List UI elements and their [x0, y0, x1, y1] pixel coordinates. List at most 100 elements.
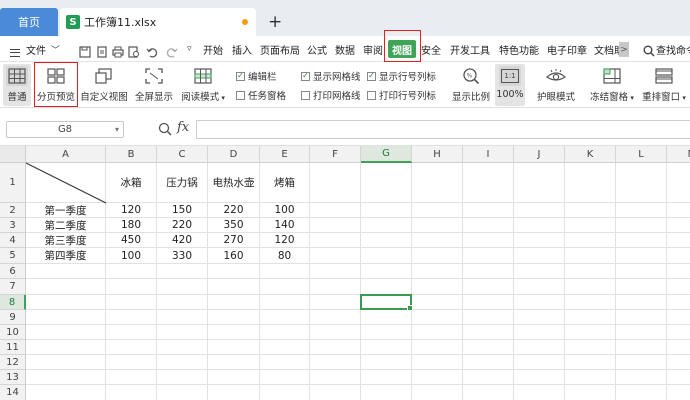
cell-a10[interactable] — [26, 325, 106, 340]
cell-l14[interactable] — [616, 385, 667, 400]
arrange-windows-button[interactable]: 重排窗口 ▾ — [640, 64, 688, 106]
print-icon[interactable] — [112, 44, 124, 60]
row-header-8[interactable]: 8 — [0, 295, 26, 310]
cell-d3[interactable]: 350 — [208, 218, 260, 233]
cell-h14[interactable] — [412, 385, 463, 400]
zoom-100-button[interactable]: 1:1 100% — [495, 64, 525, 106]
cell-g6[interactable] — [361, 264, 412, 279]
cell-e6[interactable] — [260, 264, 310, 279]
cell-d11[interactable] — [208, 340, 260, 355]
menu-tab-insert[interactable]: 插入 — [232, 41, 252, 57]
print-gridlines-checkbox[interactable]: 打印网格线 — [301, 88, 361, 102]
menu-tab-developer[interactable]: 开发工具 — [450, 41, 490, 57]
cell-a2[interactable]: 第一季度 — [26, 203, 106, 218]
row-header-9[interactable]: 9 — [0, 310, 26, 325]
cell-m13[interactable] — [667, 370, 690, 385]
undo-icon[interactable] — [146, 44, 158, 60]
cell-b7[interactable] — [106, 279, 157, 295]
cell-g11[interactable] — [361, 340, 412, 355]
cell-i12[interactable] — [463, 355, 514, 370]
column-header-i[interactable]: I — [463, 146, 514, 163]
select-all-corner[interactable] — [0, 146, 26, 163]
print-preview-icon[interactable] — [128, 44, 140, 60]
cell-f8[interactable] — [310, 295, 361, 310]
cell-h12[interactable] — [412, 355, 463, 370]
cell-k7[interactable] — [565, 279, 616, 295]
cell-l6[interactable] — [616, 264, 667, 279]
cell-c9[interactable] — [157, 310, 208, 325]
cell-e7[interactable] — [260, 279, 310, 295]
cell-k13[interactable] — [565, 370, 616, 385]
cell-l10[interactable] — [616, 325, 667, 340]
cell-f3[interactable] — [310, 218, 361, 233]
cell-c13[interactable] — [157, 370, 208, 385]
row-header-12[interactable]: 12 — [0, 355, 26, 370]
cell-b5[interactable]: 100 — [106, 248, 157, 264]
cell-j12[interactable] — [514, 355, 565, 370]
cell-b12[interactable] — [106, 355, 157, 370]
cell-h2[interactable] — [412, 203, 463, 218]
cell-f9[interactable] — [310, 310, 361, 325]
menu-tab-special-features[interactable]: 特色功能 — [499, 41, 539, 57]
cell-d14[interactable] — [208, 385, 260, 400]
home-tab[interactable]: 首页 — [0, 8, 58, 36]
cell-a5[interactable]: 第四季度 — [26, 248, 106, 264]
cell-a11[interactable] — [26, 340, 106, 355]
column-header-m[interactable]: M — [667, 146, 690, 163]
cell-g1[interactable] — [361, 163, 412, 203]
search-icon[interactable] — [643, 43, 655, 59]
cell-c1[interactable]: 压力锅 — [157, 163, 208, 203]
menu-tab-home[interactable]: 开始 — [203, 41, 223, 57]
cell-b8[interactable] — [106, 295, 157, 310]
cell-h8[interactable] — [412, 295, 463, 310]
cell-b10[interactable] — [106, 325, 157, 340]
column-header-k[interactable]: K — [565, 146, 616, 163]
cell-e12[interactable] — [260, 355, 310, 370]
selected-cell[interactable] — [360, 294, 413, 311]
menu-tab-security[interactable]: 安全 — [421, 41, 441, 57]
cell-l13[interactable] — [616, 370, 667, 385]
cell-c3[interactable]: 220 — [157, 218, 208, 233]
file-menu[interactable]: 文件 — [26, 41, 46, 57]
cell-l1[interactable] — [616, 163, 667, 203]
cell-i9[interactable] — [463, 310, 514, 325]
cell-g2[interactable] — [361, 203, 412, 218]
cell-j3[interactable] — [514, 218, 565, 233]
menu-tab-review[interactable]: 审阅 — [363, 41, 383, 57]
cell-d12[interactable] — [208, 355, 260, 370]
cell-b6[interactable] — [106, 264, 157, 279]
cell-f11[interactable] — [310, 340, 361, 355]
cell-b3[interactable]: 180 — [106, 218, 157, 233]
menu-tab-data[interactable]: 数据 — [335, 41, 355, 57]
cell-c10[interactable] — [157, 325, 208, 340]
fx-icon[interactable]: fx — [177, 120, 189, 135]
cell-j1[interactable] — [514, 163, 565, 203]
cell-i8[interactable] — [463, 295, 514, 310]
menu-tab-page-layout[interactable]: 页面布局 — [260, 41, 300, 57]
zoom-formula-icon[interactable] — [158, 122, 172, 136]
cell-d4[interactable]: 270 — [208, 233, 260, 248]
cell-d5[interactable]: 160 — [208, 248, 260, 264]
cell-i1[interactable] — [463, 163, 514, 203]
cell-a12[interactable] — [26, 355, 106, 370]
cell-e3[interactable]: 140 — [260, 218, 310, 233]
cell-b4[interactable]: 450 — [106, 233, 157, 248]
column-header-a[interactable]: A — [26, 146, 106, 163]
cell-d13[interactable] — [208, 370, 260, 385]
cell-j10[interactable] — [514, 325, 565, 340]
cell-h13[interactable] — [412, 370, 463, 385]
hamburger-menu-icon[interactable] — [10, 45, 20, 61]
cell-e9[interactable] — [260, 310, 310, 325]
cell-i3[interactable] — [463, 218, 514, 233]
cell-a7[interactable] — [26, 279, 106, 295]
cell-c5[interactable]: 330 — [157, 248, 208, 264]
task-pane-checkbox[interactable]: 任务窗格 — [236, 88, 286, 102]
cell-d8[interactable] — [208, 295, 260, 310]
cell-h6[interactable] — [412, 264, 463, 279]
cell-j2[interactable] — [514, 203, 565, 218]
cell-m1[interactable] — [667, 163, 690, 203]
cell-l2[interactable] — [616, 203, 667, 218]
formula-input[interactable] — [196, 120, 690, 139]
cell-k5[interactable] — [565, 248, 616, 264]
cell-i13[interactable] — [463, 370, 514, 385]
